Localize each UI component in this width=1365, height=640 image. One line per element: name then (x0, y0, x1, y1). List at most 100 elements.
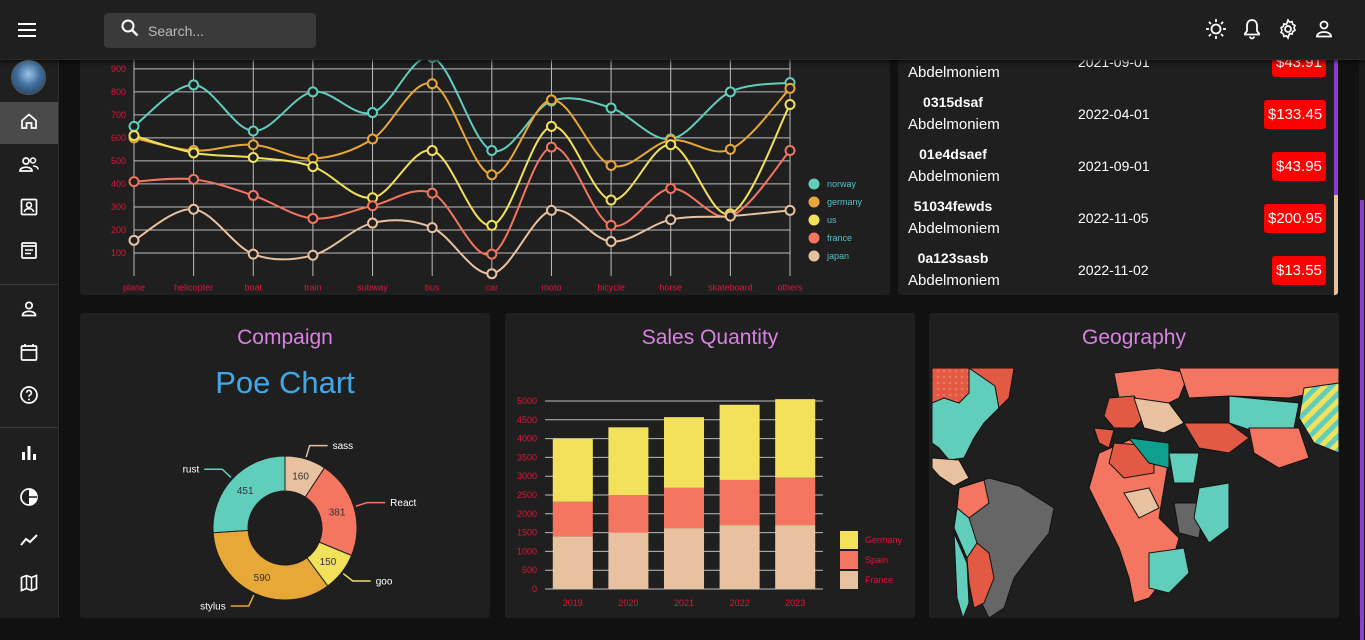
sidebar-item-pie-chart[interactable] (0, 478, 58, 520)
line-point-germany (426, 78, 438, 90)
line-y-tick-label: 900 (111, 64, 126, 74)
line-point-germany (724, 143, 736, 155)
sidebar-item-team[interactable] (0, 146, 58, 188)
transaction-id: 0315dsaf (923, 94, 983, 110)
search-input[interactable] (148, 22, 298, 39)
line-point-france (545, 141, 557, 153)
line-y-tick-label: 200 (111, 225, 126, 235)
map-region-south-asia[interactable] (1248, 427, 1310, 469)
scrollbar-track[interactable] (1334, 195, 1338, 295)
line-point-france (605, 219, 617, 231)
sidebar-item-profile-form[interactable] (0, 290, 58, 332)
bar-Spain-2019 (552, 501, 593, 537)
line-point-japan (784, 204, 796, 216)
map-region-kazakhstan[interactable] (1228, 395, 1300, 434)
sidebar-item-calendar[interactable] (0, 333, 58, 375)
transaction-cost: $133.45 (1264, 100, 1327, 129)
map-region-east-asia[interactable] (1298, 382, 1339, 454)
map-region-egypt[interactable] (1168, 452, 1200, 484)
map-region-central-europe[interactable] (1133, 397, 1185, 434)
sidebar-item-faq[interactable] (0, 376, 58, 418)
avatar[interactable] (11, 60, 46, 95)
sidebar-item-home[interactable] (0, 102, 58, 144)
map-region-iberia[interactable] (1093, 427, 1115, 449)
menu-icon[interactable] (14, 16, 42, 44)
line-point-us (545, 120, 557, 132)
line-legend-swatch (808, 178, 820, 190)
scrollbar-thumb[interactable] (1334, 55, 1338, 195)
bell-icon[interactable] (1241, 18, 1263, 40)
line-point-germany (605, 160, 617, 171)
sidebar-item-bar-chart[interactable] (0, 434, 58, 476)
sidebar-item-line-chart[interactable] (0, 521, 58, 563)
page-scrollbar-thumb[interactable] (1360, 200, 1364, 640)
pie-label-connector (230, 594, 255, 607)
transaction-user: Abdelmoniem (908, 64, 1000, 81)
transaction-user: Abdelmoniem (908, 168, 1000, 185)
line-y-tick-label: 700 (111, 110, 126, 120)
map-region-middle-east[interactable] (1183, 422, 1250, 454)
line-point-norway (307, 86, 319, 98)
bar-Germany-2021 (663, 417, 705, 488)
transaction-row: 0315dsaf Abdelmoniem 2022-04-01 $133.45 (898, 88, 1338, 140)
bar-Spain-2021 (663, 487, 705, 529)
line-point-japan (545, 204, 557, 216)
sidebar-item-geography[interactable] (0, 564, 58, 606)
pie-label-connector (305, 444, 328, 458)
light-mode-icon[interactable] (1205, 18, 1227, 40)
line-point-germany (367, 133, 379, 145)
line-x-tick-label: subway (357, 282, 388, 292)
transaction-row: 51034fewds Abdelmoniem 2022-11-05 $200.95 (898, 192, 1338, 244)
line-point-japan (367, 217, 379, 229)
line-legend-swatch (808, 196, 820, 208)
bar-legend-swatch (840, 531, 858, 549)
line-point-france (665, 183, 677, 195)
person-icon[interactable] (1313, 18, 1335, 40)
bar-y-tick-label: 3000 (517, 471, 537, 481)
help-icon (19, 385, 39, 410)
map-region-canada[interactable] (931, 368, 970, 404)
pie-slice-label: sass (333, 441, 354, 452)
line-point-us (605, 194, 617, 206)
sidebar-item-invoices[interactable] (0, 231, 58, 273)
line-legend-label: norway (827, 179, 857, 189)
line-point-japan (486, 268, 498, 280)
line-legend-label: us (827, 215, 837, 225)
contacts-icon (19, 197, 39, 222)
pie-label-connector (355, 501, 386, 507)
search-icon[interactable] (120, 18, 140, 43)
pie-slice-value: 451 (237, 486, 254, 497)
pie-chart-icon (19, 487, 39, 512)
geography-title: Geography (1082, 326, 1186, 349)
line-point-us (247, 151, 259, 163)
bar-Spain-2022 (719, 479, 760, 526)
bar-legend-label: Spain (865, 555, 888, 565)
gear-icon[interactable] (1277, 18, 1299, 40)
pie-slice-label: React (390, 498, 416, 509)
line-series-japan (133, 208, 791, 275)
top-bar (0, 0, 1365, 60)
top-icon-group (1205, 18, 1335, 40)
map-region-mexico[interactable] (931, 457, 970, 487)
line-point-japan (426, 222, 438, 234)
bar-y-tick-label: 3500 (517, 452, 537, 462)
line-point-norway (128, 120, 140, 132)
transaction-user: Abdelmoniem (908, 272, 1000, 289)
bar-France-2023 (775, 525, 816, 589)
bar-y-tick-label: 1000 (517, 546, 537, 556)
map-region-southern-africa[interactable] (1148, 547, 1190, 594)
bar-y-tick-label: 0 (532, 584, 537, 594)
line-x-tick-label: horse (659, 282, 682, 292)
transaction-user: Abdelmoniem (908, 116, 1000, 133)
line-y-tick-label: 100 (111, 248, 126, 258)
sidebar-item-contacts[interactable] (0, 188, 58, 230)
bar-chart: 0 500 1000 1500 2000 2500 3000 3500 4000 4500 5000… (517, 396, 903, 608)
line-point-japan (247, 248, 259, 260)
bar-x-tick-label: 2019 (563, 598, 583, 608)
line-point-us (426, 145, 438, 157)
page-scrollbar[interactable] (1359, 60, 1365, 640)
transaction-user: Abdelmoniem (908, 220, 1000, 237)
pie-chart: 160 sass 381 React 150 goo 590 stylus 451 rust (183, 441, 417, 612)
line-point-norway (247, 125, 259, 137)
sidebar-divider (0, 427, 58, 428)
